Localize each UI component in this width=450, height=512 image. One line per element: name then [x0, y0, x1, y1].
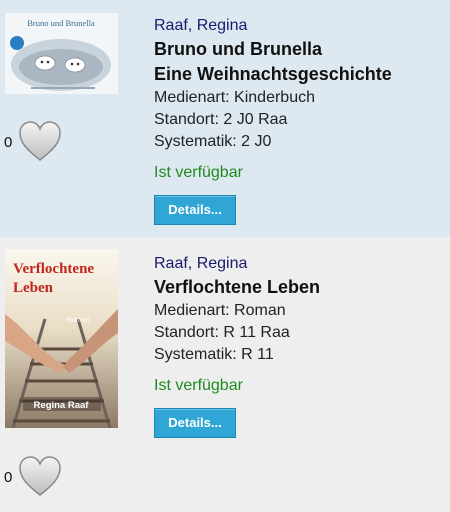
availability-status: Ist verfügbar [154, 164, 243, 181]
likes-count: 0 [4, 468, 13, 486]
result-info: Raaf, Regina Bruno und Brunella Eine Wei… [154, 15, 444, 225]
heart-icon[interactable] [18, 455, 62, 499]
classification: Systematik: R 11 [154, 346, 274, 363]
cover-genre: Roman [67, 317, 90, 324]
location: Standort: R 11 Raa [154, 324, 290, 341]
media-type: Medienart: Kinderbuch [154, 89, 315, 106]
availability-status: Ist verfügbar [154, 377, 243, 394]
title-link[interactable]: Verflochtene Leben [154, 275, 444, 300]
cover-title: Bruno und Brunella [27, 18, 95, 28]
likes: 0 [4, 120, 62, 164]
classification: Systematik: 2 J0 [154, 133, 272, 150]
author-link[interactable]: Raaf, Regina [154, 253, 444, 275]
details-button[interactable]: Details... [154, 408, 236, 438]
book-cover-image[interactable]: Verflochtene Leben Roman Regina Raaf [5, 249, 118, 428]
likes: 0 [4, 455, 62, 499]
title-link[interactable]: Bruno und Brunella [154, 37, 444, 62]
cover-author: Regina Raaf [34, 400, 90, 411]
result-info: Raaf, Regina Verflochtene Leben Medienar… [154, 253, 444, 438]
cover-title-line2: Leben [13, 280, 54, 296]
likes-count: 0 [4, 133, 13, 151]
media-type: Medienart: Roman [154, 302, 286, 319]
result-item: Bruno und Brunella 0 Raaf, Regina Bruno … [0, 0, 450, 237]
result-item: Verflochtene Leben Roman Regina Raaf 0 R… [0, 237, 450, 512]
author-link[interactable]: Raaf, Regina [154, 15, 444, 37]
subtitle: Eine Weihnachtsgeschichte [154, 64, 392, 84]
book-cover-image[interactable]: Bruno und Brunella [5, 13, 118, 94]
cover-title-line1: Verflochtene [13, 261, 94, 277]
location: Standort: 2 J0 Raa [154, 111, 288, 128]
heart-icon[interactable] [18, 120, 62, 164]
details-button[interactable]: Details... [154, 195, 236, 225]
